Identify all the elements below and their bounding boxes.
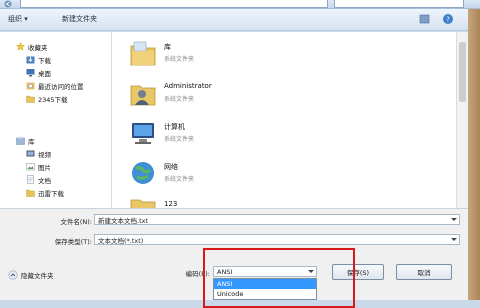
file-type: 系统文件夹	[164, 96, 195, 103]
view-options-icon[interactable]	[418, 13, 432, 25]
chevron-up-icon	[8, 270, 18, 280]
window-control[interactable]	[467, 0, 479, 8]
computer-icon	[128, 118, 158, 148]
background-edge	[468, 9, 480, 300]
list-item[interactable]: 123	[112, 192, 452, 208]
file-type: 系统文件夹	[164, 136, 195, 143]
file-type: 系统文件夹	[164, 56, 195, 63]
sidebar-item-label: 收藏夹	[28, 43, 48, 52]
hide-folders-label: 隐藏文件夹	[21, 272, 54, 280]
sidebar-item-label: 迅雷下载	[38, 189, 64, 198]
list-item[interactable]: 网络 系统文件夹	[112, 154, 452, 194]
search-input[interactable]	[334, 0, 464, 8]
sidebar-item-label: 图片	[38, 163, 51, 172]
filetype-select[interactable]: 文本文档(*.txt)	[94, 234, 460, 245]
folder-icon	[128, 194, 158, 208]
help-icon[interactable]: ?	[442, 13, 454, 25]
library-icon	[128, 38, 158, 68]
filetype-value: 文本文档(*.txt)	[98, 236, 144, 245]
nav-group-libraries: 库 视频 图片 文档 迅雷下载	[16, 134, 64, 199]
back-button[interactable]	[2, 0, 14, 8]
hide-folders-toggle[interactable]: 隐藏文件夹	[8, 270, 54, 280]
new-folder-button[interactable]: 新建文件夹	[62, 13, 97, 25]
sidebar-item-label: 下载	[38, 56, 51, 65]
file-name: 网络	[164, 163, 178, 171]
nav-group-favorites: 收藏夹 下载 桌面 最近访问的位置 2345下载	[16, 40, 84, 105]
file-name: 库	[164, 43, 171, 51]
picture-icon	[26, 162, 35, 171]
sidebar-item-videos[interactable]: 视频	[16, 147, 64, 160]
sidebar-item-recent[interactable]: 最近访问的位置	[16, 79, 84, 92]
cancel-label: 取消	[417, 269, 431, 277]
filename-input[interactable]: 新建文本文档.txt	[94, 214, 460, 225]
sidebar-item-label: 桌面	[38, 69, 51, 78]
list-item[interactable]: Administrator 系统文件夹	[112, 74, 452, 114]
highlight-box	[203, 248, 355, 308]
sidebar-item-label: 库	[28, 137, 35, 146]
file-list: 库 系统文件夹 Administrator 系统文件夹 计算机 系统文件夹 网络…	[112, 32, 456, 208]
navigation-pane: 收藏夹 下载 桌面 最近访问的位置 2345下载 库 视频 图片 文档 迅雷下载	[0, 32, 112, 208]
download-folder-icon	[26, 55, 35, 64]
scrollbar-thumb[interactable]	[459, 42, 466, 102]
sidebar-item-label: 2345下载	[38, 95, 68, 104]
sidebar-item-pictures[interactable]: 图片	[16, 160, 64, 173]
sidebar-item-2345-downloads[interactable]: 2345下载	[16, 92, 84, 105]
chevron-down-icon	[451, 238, 457, 241]
sidebar-item-documents[interactable]: 文档	[16, 173, 64, 186]
file-type: 系统文件夹	[164, 176, 195, 183]
cancel-button[interactable]: 取消	[396, 264, 452, 280]
star-icon	[16, 42, 25, 51]
sidebar-item-desktop[interactable]: 桌面	[16, 66, 84, 79]
document-icon	[26, 175, 35, 184]
address-input[interactable]	[20, 0, 328, 8]
svg-text:?: ?	[446, 16, 450, 24]
folder-icon	[26, 94, 35, 103]
organize-menu[interactable]: 组织 ▾	[8, 13, 28, 25]
user-folder-icon	[128, 78, 158, 108]
chevron-down-icon	[451, 218, 457, 221]
filetype-label: 保存类型(T):	[54, 238, 92, 246]
sidebar-item-libraries[interactable]: 库	[16, 134, 64, 147]
file-name: 123	[164, 200, 178, 208]
sidebar-item-label: 最近访问的位置	[38, 82, 84, 91]
library-icon	[16, 136, 25, 145]
filename-label: 文件名(N):	[60, 218, 92, 226]
file-name: Administrator	[164, 82, 212, 90]
organize-label: 组织 ▾	[8, 15, 28, 23]
vertical-scrollbar[interactable]	[456, 32, 468, 208]
folder-icon	[26, 188, 35, 197]
desktop-icon	[26, 68, 35, 77]
sidebar-item-thunder-downloads[interactable]: 迅雷下载	[16, 186, 64, 199]
sidebar-item-favorites[interactable]: 收藏夹	[16, 40, 84, 53]
new-folder-label: 新建文件夹	[62, 15, 97, 23]
network-icon	[128, 158, 158, 188]
filename-value: 新建文本文档.txt	[98, 216, 149, 225]
sidebar-item-label: 文档	[38, 176, 51, 185]
file-name: 计算机	[164, 123, 185, 131]
recent-places-icon	[26, 81, 35, 90]
list-item[interactable]: 计算机 系统文件夹	[112, 114, 452, 154]
sidebar-item-label: 视频	[38, 150, 51, 159]
video-icon	[26, 149, 35, 158]
sidebar-item-downloads[interactable]: 下载	[16, 53, 84, 66]
list-item[interactable]: 库 系统文件夹	[112, 34, 452, 74]
